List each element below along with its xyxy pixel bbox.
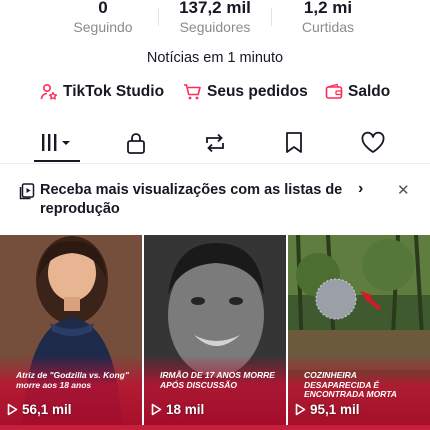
chevron-right-icon[interactable]: › [358, 180, 363, 198]
play-icon [295, 403, 306, 416]
stat-followers[interactable]: 137,2 mil Seguidores [155, 0, 275, 36]
tab-videos[interactable] [35, 128, 79, 158]
play-icon [7, 403, 18, 416]
thumbnail-overlay [0, 355, 142, 430]
orders-link[interactable]: Seus pedidos [183, 83, 308, 101]
profile-tabs [0, 124, 430, 164]
view-count-label: 95,1 mil [310, 402, 360, 417]
active-tab-indicator [34, 160, 80, 162]
tiktok-studio-label: TikTok Studio [63, 83, 165, 100]
bookmark-icon [286, 132, 302, 153]
video-headline: COZINHEIRA DESAPARECIDA É ENCONTRADA MOR… [304, 370, 397, 399]
person-star-icon [40, 83, 58, 100]
tiktok-studio-link[interactable]: TikTok Studio [40, 83, 164, 101]
lock-icon [127, 133, 145, 154]
video-headline: Atriz de "Godzilla vs. Kong" morre aos 1… [16, 370, 129, 390]
play-icon [151, 403, 162, 416]
profile-stats: 0 Seguindo 137,2 mil Seguidores 1,2 mi C… [0, 0, 430, 40]
video-grid: Atriz de "Godzilla vs. Kong" morre aos 1… [0, 235, 430, 430]
view-count-label: 18 mil [166, 402, 205, 417]
balance-label: Saldo [348, 83, 391, 100]
video-thumbnail[interactable]: Atriz de "Godzilla vs. Kong" morre aos 1… [0, 235, 142, 430]
video-thumbnail[interactable]: IRMÃO DE 17 ANOS MORRE APÓS DISCUSSÃO 18… [144, 235, 286, 430]
repost-icon [206, 133, 224, 153]
tab-liked[interactable] [351, 128, 395, 158]
banner-text: Receba mais visualizações com as listas … [40, 182, 343, 217]
balance-link[interactable]: Saldo [325, 83, 390, 101]
stat-likes[interactable]: 1,2 mi Curtidas [268, 0, 388, 36]
playlist-banner[interactable]: Receba mais visualizações com as listas … [0, 178, 430, 222]
followers-count: 137,2 mil [179, 0, 251, 17]
likes-count: 1,2 mi [303, 0, 353, 17]
view-count: 95,1 mil [295, 402, 360, 417]
profile-links: TikTok Studio Seus pedidos Saldo [0, 83, 430, 105]
heart-icon [361, 131, 385, 153]
next-row-thumbnails [0, 425, 430, 430]
wallet-icon [325, 83, 343, 99]
cart-icon [184, 84, 201, 100]
tab-reposts[interactable] [193, 128, 237, 158]
video-thumbnail[interactable]: COZINHEIRA DESAPARECIDA É ENCONTRADA MOR… [288, 235, 430, 430]
following-count: 0 [98, 0, 108, 17]
view-count-label: 56,1 mil [22, 402, 72, 417]
orders-label: Seus pedidos [207, 83, 308, 100]
following-label: Seguindo [73, 19, 133, 35]
tab-private[interactable] [114, 128, 158, 158]
tab-favorites[interactable] [272, 128, 316, 158]
playlist-icon [19, 183, 35, 200]
stat-following[interactable]: 0 Seguindo [43, 0, 163, 36]
view-count: 56,1 mil [7, 402, 72, 417]
profile-bio: Notícias em 1 minuto [146, 50, 284, 66]
video-headline: IRMÃO DE 17 ANOS MORRE APÓS DISCUSSÃO [160, 370, 275, 390]
grid-icon [42, 134, 70, 151]
view-count: 18 mil [151, 402, 204, 417]
thumbnail-overlay [144, 355, 286, 430]
likes-label: Curtidas [301, 19, 355, 35]
close-icon[interactable]: ✕ [397, 181, 410, 199]
followers-label: Seguidores [179, 19, 251, 35]
